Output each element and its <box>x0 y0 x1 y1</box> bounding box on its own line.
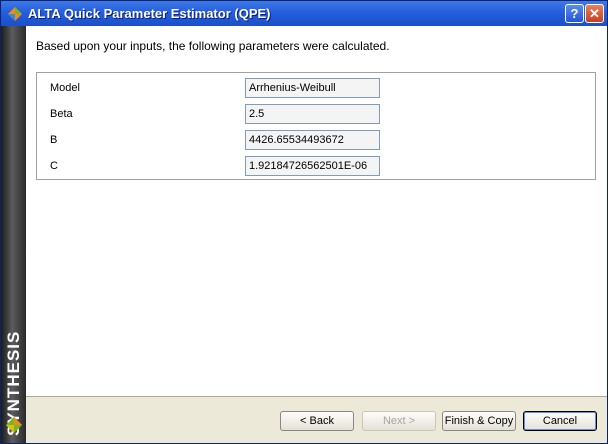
param-value-field[interactable]: 4426.65534493672 <box>245 130 380 150</box>
app-diamond-icon <box>8 7 22 21</box>
synthesis-sidebar: SYNTHESIS <box>1 26 26 443</box>
cancel-button[interactable]: Cancel <box>523 411 597 431</box>
dialog-window: ALTA Quick Parameter Estimator (QPE) ? ✕… <box>0 0 608 444</box>
footer-divider <box>26 396 607 397</box>
finish-copy-button[interactable]: Finish & Copy <box>442 411 516 431</box>
param-row-model: Model Arrhenius-Weibull <box>37 75 595 101</box>
next-button[interactable]: Next > <box>362 411 436 431</box>
title-bar[interactable]: ALTA Quick Parameter Estimator (QPE) ? ✕ <box>1 1 607 26</box>
param-value-field[interactable]: Arrhenius-Weibull <box>245 78 380 98</box>
help-button[interactable]: ? <box>565 4 584 23</box>
param-label: Model <box>50 82 80 94</box>
param-row-b: B 4426.65534493672 <box>37 127 595 153</box>
intro-text: Based upon your inputs, the following pa… <box>36 39 390 53</box>
param-label: C <box>50 160 58 172</box>
param-row-beta: Beta 2.5 <box>37 101 595 127</box>
param-label: B <box>50 134 58 146</box>
param-value-field[interactable]: 1.92184726562501E-06 <box>245 156 380 176</box>
param-row-c: C 1.92184726562501E-06 <box>37 153 595 179</box>
synthesis-logo-icon <box>6 417 22 433</box>
close-button[interactable]: ✕ <box>585 4 604 23</box>
param-value-field[interactable]: 2.5 <box>245 104 380 124</box>
main-content: Based upon your inputs, the following pa… <box>26 26 607 396</box>
parameters-panel: Model Arrhenius-Weibull Beta 2.5 B 4426.… <box>36 72 596 180</box>
window-title: ALTA Quick Parameter Estimator (QPE) <box>28 6 271 21</box>
back-button[interactable]: < Back <box>280 411 354 431</box>
param-label: Beta <box>50 108 73 120</box>
